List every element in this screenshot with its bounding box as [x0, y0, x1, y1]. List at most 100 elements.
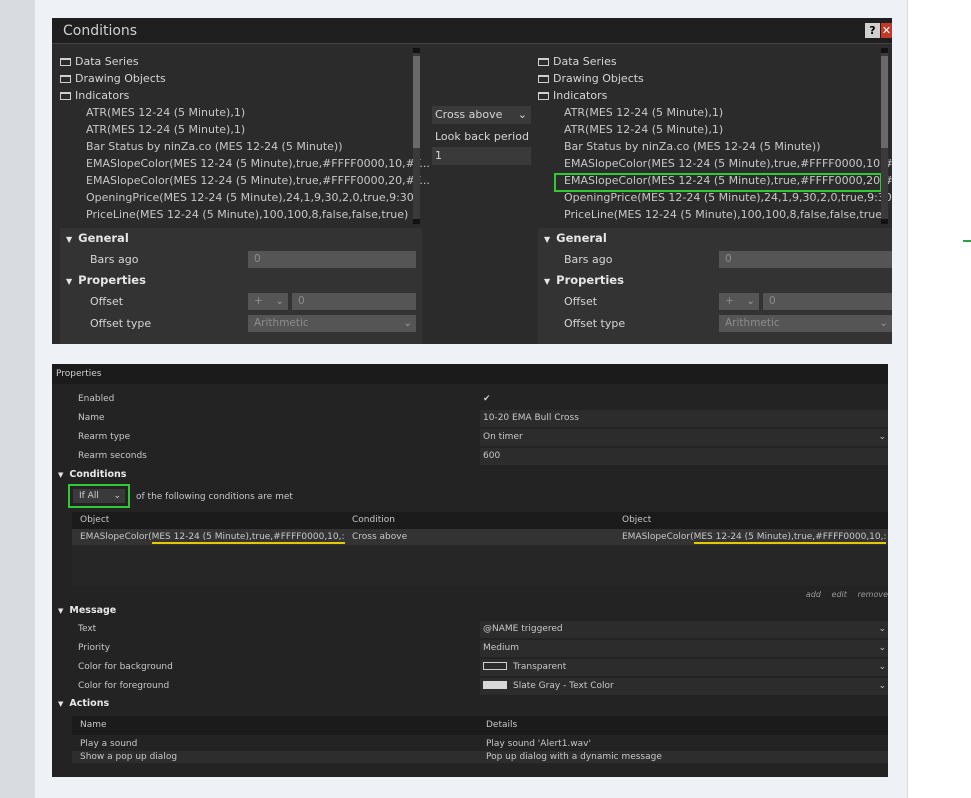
tree-folder-indicators[interactable]: Indicators — [60, 87, 129, 104]
offset-input[interactable]: 0 — [763, 293, 892, 310]
folder-open-icon — [60, 92, 71, 100]
action-name: Show a pop up dialog — [80, 752, 178, 762]
scroll-up-arrow[interactable] — [881, 48, 888, 53]
fg-color-label: Color for foreground — [78, 681, 170, 691]
enabled-label: Enabled — [78, 394, 115, 404]
if-all-suffix: of the following conditions are met — [136, 492, 293, 502]
enabled-checkbox[interactable]: ✔ — [480, 391, 888, 408]
scroll-down-arrow[interactable] — [881, 219, 888, 224]
name-row: Name 10-20 EMA Bull Cross — [52, 409, 888, 428]
tree-item[interactable]: EMASlopeColor(MES 12-24 (5 Minute),true,… — [60, 155, 430, 172]
tree-folder-data-series[interactable]: Data Series — [60, 53, 139, 70]
scroll-down-arrow[interactable] — [413, 219, 420, 224]
remove-link[interactable]: remove — [857, 590, 888, 599]
if-all-highlight: If All ⌄ — [68, 484, 130, 508]
chevron-down-icon: ⌄ — [878, 643, 886, 653]
table-row[interactable]: Show a pop up dialog Pop up dialog with … — [72, 751, 888, 763]
bars-ago-label: Bars ago — [564, 253, 613, 266]
actions-section-header[interactable]: ▼ Actions — [58, 695, 109, 713]
tree-item[interactable]: ATR(MES 12-24 (5 Minute),1) — [60, 104, 245, 121]
tree-folder-drawing-objects[interactable]: Drawing Objects — [60, 70, 166, 87]
offset-input[interactable]: 0 — [292, 293, 416, 310]
if-all-select[interactable]: If All ⌄ — [73, 489, 125, 503]
help-button[interactable]: ? — [865, 23, 880, 38]
lookback-input[interactable]: 1 — [432, 147, 531, 165]
action-details: Pop up dialog with a dynamic message — [486, 752, 662, 762]
column-header-condition: Condition — [352, 515, 395, 525]
bars-ago-input[interactable]: 0 — [248, 251, 416, 268]
offset-type-select[interactable]: Arithmetic ⌄ — [248, 315, 416, 332]
priority-row: Priority Medium ⌄ — [52, 639, 888, 658]
bg-color-row: Color for background Transparent ⌄ — [52, 658, 888, 677]
fg-color-row: Color for foreground Slate Gray - Text C… — [52, 677, 888, 696]
tree-item[interactable]: Bar Status by ninZa.co (MES 12-24 (5 Min… — [538, 138, 821, 155]
scroll-thumb[interactable] — [881, 56, 888, 148]
tree-item[interactable]: EMASlopeColor(MES 12-24 (5 Minute),true,… — [538, 155, 892, 172]
message-section-header[interactable]: ▼ Message — [58, 602, 116, 620]
folder-icon — [60, 58, 71, 66]
left-object-tree: Data Series Drawing Objects Indicators A… — [60, 46, 432, 231]
close-button[interactable]: ✕ — [881, 23, 892, 38]
right-properties-panel: ▼ General Bars ago 0 ▼ Properties Offset +… — [538, 228, 892, 344]
condition-operator: Cross above — [352, 532, 408, 542]
folder-open-icon — [538, 92, 549, 100]
conditions-table-header: Object Condition Object — [72, 512, 888, 529]
text-input[interactable]: @NAME triggered ⌄ — [480, 621, 888, 638]
priority-select[interactable]: Medium ⌄ — [480, 640, 888, 657]
rearm-type-select[interactable]: On timer ⌄ — [480, 429, 888, 446]
tree-item[interactable]: PriceLine(MES 12-24 (5 Minute),100,100,8… — [60, 206, 408, 223]
bg-color-select[interactable]: Transparent ⌄ — [480, 659, 888, 676]
offset-type-select[interactable]: Arithmetic ⌄ — [719, 315, 892, 332]
folder-icon — [538, 58, 549, 66]
collapse-triangle-icon: ▼ — [544, 235, 551, 244]
properties-section-header[interactable]: ▼ Properties — [538, 270, 624, 291]
operator-select[interactable]: Cross above ⌄ — [432, 106, 531, 124]
conditions-section-header[interactable]: ▼ Conditions — [58, 466, 126, 484]
scroll-up-arrow[interactable] — [413, 48, 420, 53]
offset-label: Offset — [564, 295, 598, 308]
tree-item[interactable]: ATR(MES 12-24 (5 Minute),1) — [60, 121, 245, 138]
page-right-margin — [909, 0, 971, 798]
properties-section-header[interactable]: ▼ Properties — [60, 270, 146, 291]
bars-ago-input[interactable]: 0 — [719, 251, 892, 268]
conditions-dialog-title: Conditions — [52, 18, 892, 44]
offset-sign-select[interactable]: + ⌄ — [719, 293, 759, 310]
tree-folder-drawing-objects[interactable]: Drawing Objects — [538, 70, 644, 87]
rearm-seconds-input[interactable]: 600 — [480, 448, 888, 465]
actions-table-header: Name Details — [72, 716, 888, 735]
collapse-triangle-icon: ▼ — [58, 700, 64, 708]
selected-tree-item-highlight — [554, 173, 882, 192]
tree-item[interactable]: EMASlopeColor(MES 12-24 (5 Minute),true,… — [60, 172, 430, 189]
table-row[interactable]: EMASlopeColor(MES 12-24 (5 Minute),true,… — [72, 529, 888, 545]
fg-color-select[interactable]: Slate Gray - Text Color ⌄ — [480, 678, 888, 695]
chevron-down-icon: ⌄ — [517, 108, 527, 121]
name-input[interactable]: 10-20 EMA Bull Cross — [480, 410, 888, 427]
tree-item[interactable]: Bar Status by ninZa.co (MES 12-24 (5 Min… — [60, 138, 343, 155]
right-object-tree: Data Series Drawing Objects Indicators A… — [538, 46, 892, 231]
chevron-down-icon: ⌄ — [878, 432, 886, 442]
bars-ago-label: Bars ago — [90, 253, 139, 266]
properties-panel-title: Properties — [52, 364, 888, 384]
add-link[interactable]: add — [806, 590, 821, 599]
general-section-header[interactable]: ▼ General — [60, 228, 129, 249]
tree-item[interactable]: OpeningPrice(MES 12-24 (5 Minute),24,1,9… — [60, 189, 418, 206]
right-tree-scrollbar[interactable] — [881, 48, 888, 224]
tree-item[interactable]: ATR(MES 12-24 (5 Minute),1) — [538, 104, 723, 121]
tree-item[interactable]: ATR(MES 12-24 (5 Minute),1) — [538, 121, 723, 138]
table-row[interactable]: Play a sound Play sound 'Alert1.wav' — [72, 738, 888, 750]
scroll-thumb[interactable] — [413, 56, 420, 148]
text-label: Text — [78, 624, 97, 634]
offset-sign-select[interactable]: + ⌄ — [248, 293, 288, 310]
rearm-type-label: Rearm type — [78, 432, 131, 442]
tree-item[interactable]: PriceLine(MES 12-24 (5 Minute),100,100,8… — [538, 206, 886, 223]
transparent-swatch-icon — [483, 662, 507, 670]
general-section-header[interactable]: ▼ General — [538, 228, 607, 249]
condition-left-object: EMASlopeColor(MES 12-24 (5 Minute),true,… — [80, 532, 345, 544]
table-actions: add edit remove — [798, 590, 888, 599]
column-header-object-right: Object — [622, 515, 652, 525]
tree-folder-data-series[interactable]: Data Series — [538, 53, 617, 70]
message-text-row: Text @NAME triggered ⌄ — [52, 620, 888, 639]
edit-link[interactable]: edit — [832, 590, 847, 599]
tree-folder-indicators[interactable]: Indicators — [538, 87, 607, 104]
left-tree-scrollbar[interactable] — [413, 48, 420, 224]
